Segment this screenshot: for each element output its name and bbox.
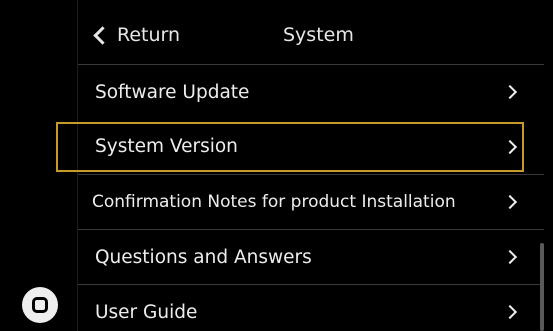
return-button[interactable]: Return <box>92 24 180 46</box>
chevron-right-icon <box>502 304 518 320</box>
home-button[interactable] <box>22 287 58 323</box>
chevron-right-icon <box>502 194 518 210</box>
menu-item-label: Confirmation Notes for product Installat… <box>92 192 456 212</box>
menu-item-label: Software Update <box>95 81 250 103</box>
left-rail <box>0 0 78 331</box>
header: Return System <box>78 0 544 64</box>
menu-item-system-version[interactable]: System Version <box>78 119 544 174</box>
menu-item-confirmation-notes[interactable]: Confirmation Notes for product Installat… <box>78 174 544 229</box>
menu-item-label: Questions and Answers <box>95 246 312 268</box>
settings-menu: Software Update System Version Confirmat… <box>78 64 544 331</box>
menu-item-software-update[interactable]: Software Update <box>78 64 544 119</box>
menu-item-label: User Guide <box>95 301 198 323</box>
menu-item-questions-and-answers[interactable]: Questions and Answers <box>78 229 544 284</box>
home-icon <box>32 297 48 313</box>
system-settings-screen: Return System Software Update System Ver… <box>0 0 553 331</box>
menu-item-label: System Version <box>95 136 238 157</box>
chevron-right-icon <box>502 139 518 154</box>
chevron-right-icon <box>502 84 518 100</box>
scrollbar[interactable] <box>540 243 544 331</box>
page-title: System <box>283 24 354 46</box>
chevron-left-icon <box>93 26 112 45</box>
return-label: Return <box>117 24 181 46</box>
chevron-right-icon <box>502 249 518 265</box>
menu-item-user-guide[interactable]: User Guide <box>78 284 544 331</box>
